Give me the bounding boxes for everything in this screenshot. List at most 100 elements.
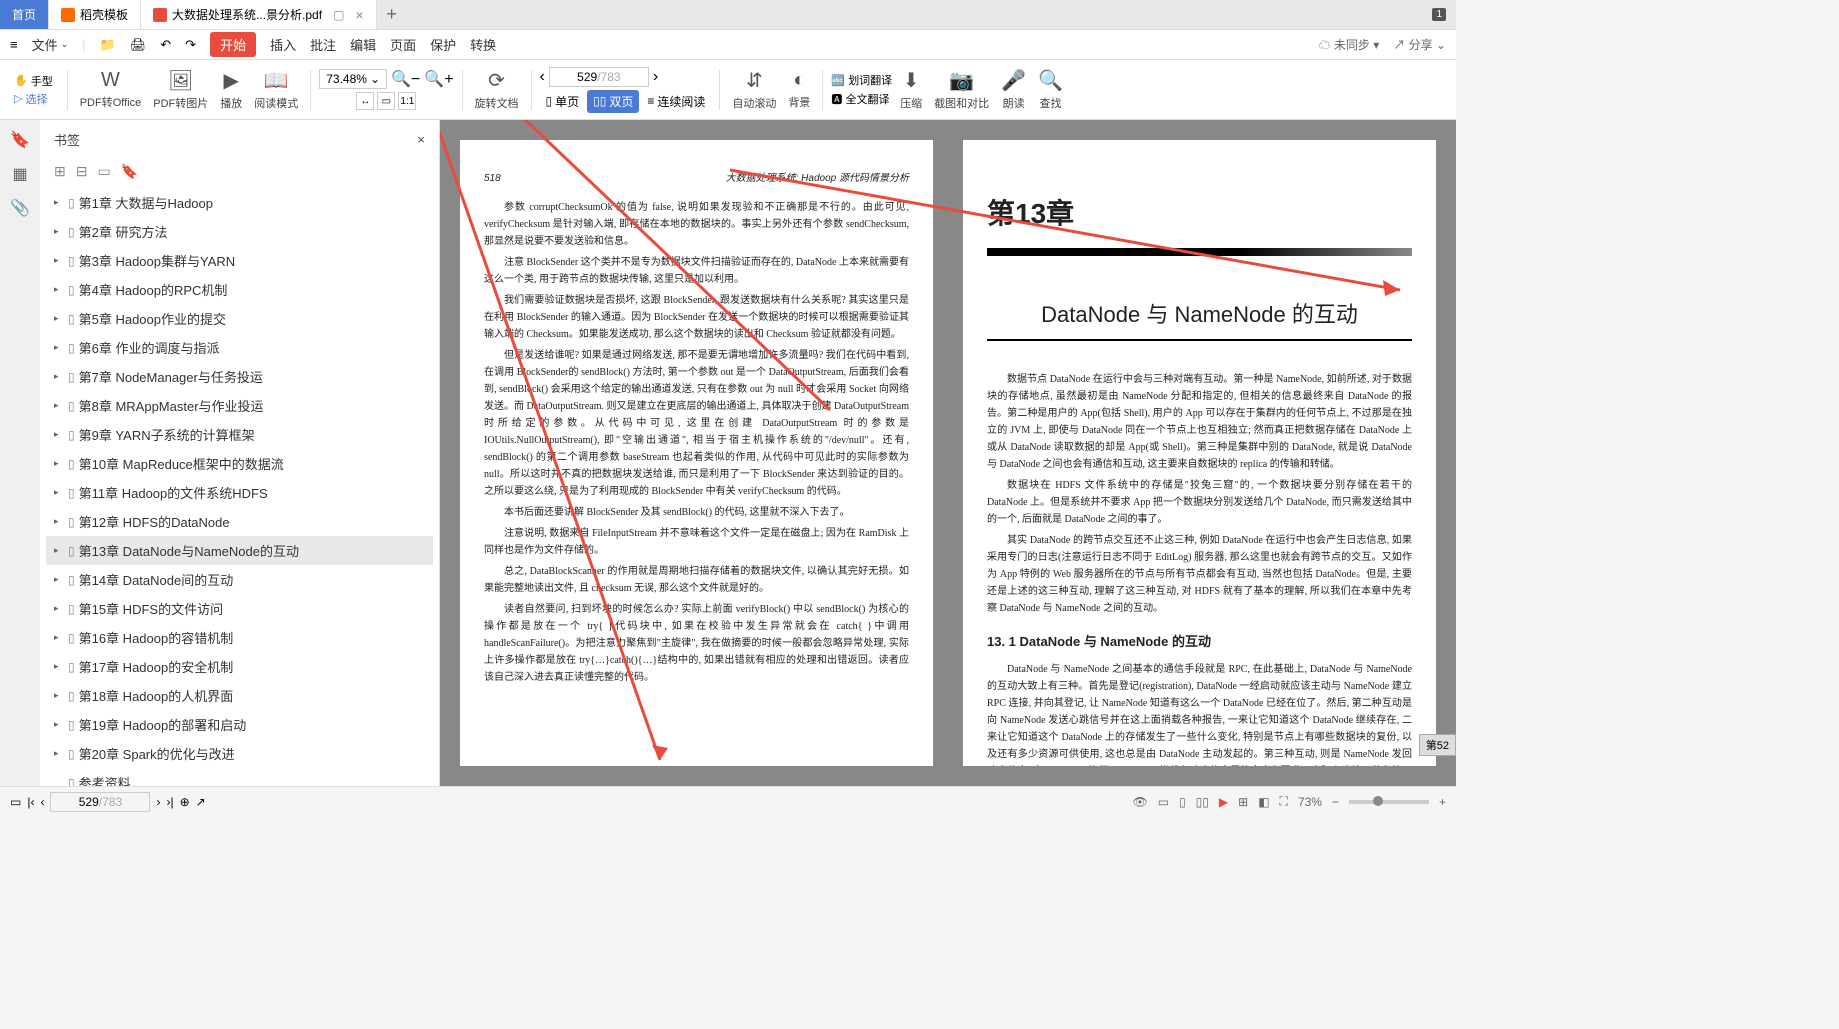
hand-tool[interactable]: ✋ 手型 bbox=[14, 73, 53, 89]
prev-page-icon[interactable]: ‹ bbox=[540, 68, 545, 86]
bookmark-item[interactable]: ▸▯第14章 DataNode间的互动 bbox=[46, 565, 433, 594]
redo-icon[interactable]: ↷ bbox=[185, 37, 196, 53]
prev-page-bottom-icon[interactable]: ‹ bbox=[40, 795, 44, 809]
full-translate[interactable]: 🅰 全文翻译 bbox=[831, 91, 892, 107]
tab-docer[interactable]: 稻壳模板 bbox=[49, 0, 141, 29]
chevron-right-icon[interactable]: ▸ bbox=[54, 719, 64, 730]
bookmark-item[interactable]: ▸▯第15章 HDFS的文件访问 bbox=[46, 594, 433, 623]
view-mode2-icon[interactable]: ▯ bbox=[1179, 795, 1186, 809]
bookmark-item[interactable]: ▯参考资料 bbox=[46, 768, 433, 786]
menu-start[interactable]: 开始 bbox=[210, 32, 256, 57]
zoom-in-icon[interactable]: 🔍+ bbox=[424, 69, 453, 89]
bookmark-item[interactable]: ▸▯第17章 Hadoop的安全机制 bbox=[46, 652, 433, 681]
chevron-right-icon[interactable]: ▸ bbox=[54, 516, 64, 527]
play-button[interactable]: ▶播放 bbox=[216, 68, 246, 111]
first-page-icon[interactable]: |‹ bbox=[27, 795, 34, 809]
chevron-right-icon[interactable]: ▸ bbox=[54, 661, 64, 672]
chevron-right-icon[interactable]: ▸ bbox=[54, 487, 64, 498]
zoom-out-icon[interactable]: 🔍− bbox=[391, 69, 420, 89]
chevron-right-icon[interactable]: ▸ bbox=[54, 748, 64, 759]
menu-page[interactable]: 页面 bbox=[390, 35, 416, 54]
view-mode4-icon[interactable]: ⊞ bbox=[1238, 795, 1248, 809]
chevron-right-icon[interactable]: ▸ bbox=[54, 458, 64, 469]
new-window-icon[interactable]: ▢ bbox=[333, 8, 344, 22]
bottom-page-input[interactable]: 529/783 bbox=[50, 792, 150, 812]
menu-insert[interactable]: 插入 bbox=[270, 35, 296, 54]
zoom-out-bottom-icon[interactable]: − bbox=[1332, 795, 1339, 809]
menu-file[interactable]: 文件 ⌄ bbox=[32, 35, 69, 54]
view-mode1-icon[interactable]: ▭ bbox=[1158, 795, 1169, 809]
play-bottom-icon[interactable]: ▶ bbox=[1219, 795, 1228, 809]
bm-tool3-icon[interactable]: ▭ bbox=[97, 163, 110, 180]
bookmark-item[interactable]: ▸▯第6章 作业的调度与指派 bbox=[46, 333, 433, 362]
zoom-in-bottom-icon[interactable]: + bbox=[1439, 795, 1446, 809]
chevron-right-icon[interactable]: ▸ bbox=[54, 197, 64, 208]
double-page-view[interactable]: ▯▯ 双页 bbox=[587, 90, 639, 113]
close-tab-icon[interactable]: × bbox=[355, 7, 363, 23]
bookmark-item[interactable]: ▸▯第3章 Hadoop集群与YARN bbox=[46, 246, 433, 275]
chevron-right-icon[interactable]: ▸ bbox=[54, 255, 64, 266]
notification-badge[interactable]: 1 bbox=[1432, 8, 1446, 21]
chevron-right-icon[interactable]: ▸ bbox=[54, 226, 64, 237]
eye-icon[interactable]: 👁 bbox=[1132, 795, 1147, 809]
read-aloud[interactable]: 🎤朗读 bbox=[997, 68, 1030, 111]
fit-actual-icon[interactable]: 1:1 bbox=[398, 92, 416, 110]
chevron-right-icon[interactable]: ▸ bbox=[54, 603, 64, 614]
menu-edit[interactable]: 编辑 bbox=[350, 35, 376, 54]
chevron-right-icon[interactable]: ▸ bbox=[54, 313, 64, 324]
pdf-to-image[interactable]: 🖼PDF转图片 bbox=[149, 68, 212, 111]
zoom-slider[interactable] bbox=[1349, 800, 1429, 804]
menu-convert[interactable]: 转换 bbox=[470, 35, 496, 54]
chevron-right-icon[interactable]: ▸ bbox=[54, 371, 64, 382]
attachment-icon[interactable]: 📎 bbox=[10, 198, 30, 218]
chevron-right-icon[interactable]: ▸ bbox=[54, 429, 64, 440]
sync-status[interactable]: ☁ 未同步 ▾ bbox=[1319, 36, 1380, 53]
bottom-tool1-icon[interactable]: ⊕ bbox=[180, 795, 190, 809]
bottom-panel-icon[interactable]: ▭ bbox=[10, 795, 21, 809]
continuous-view[interactable]: ≡ 连续阅读 bbox=[641, 90, 711, 113]
select-tool[interactable]: ▷ 选择 bbox=[14, 91, 53, 107]
bookmark-panel-icon[interactable]: 🔖 bbox=[10, 130, 30, 150]
bm-tool4-icon[interactable]: 🔖 bbox=[121, 163, 138, 180]
add-tab-button[interactable]: + bbox=[377, 0, 407, 29]
compress[interactable]: ⬇压缩 bbox=[896, 68, 926, 111]
bookmark-item[interactable]: ▸▯第20章 Spark的优化与改进 bbox=[46, 739, 433, 768]
menu-annotate[interactable]: 批注 bbox=[310, 35, 336, 54]
bookmark-list[interactable]: ▸▯第1章 大数据与Hadoop▸▯第2章 研究方法▸▯第3章 Hadoop集群… bbox=[40, 184, 439, 786]
view-mode5-icon[interactable]: ◧ bbox=[1258, 795, 1269, 809]
chevron-right-icon[interactable]: ▸ bbox=[54, 690, 64, 701]
page-input[interactable]: 529/783 bbox=[549, 67, 649, 87]
bookmark-item[interactable]: ▸▯第16章 Hadoop的容错机制 bbox=[46, 623, 433, 652]
chevron-right-icon[interactable]: ▸ bbox=[54, 284, 64, 295]
bottom-tool2-icon[interactable]: ↗ bbox=[196, 795, 206, 809]
autoscroll[interactable]: ⇵自动滚动 bbox=[728, 68, 780, 111]
next-page-bottom-icon[interactable]: › bbox=[156, 795, 160, 809]
open-icon[interactable]: 📁 bbox=[100, 37, 116, 53]
print-icon[interactable]: 🖨 bbox=[130, 37, 147, 53]
read-mode[interactable]: 📖阅读模式 bbox=[250, 68, 302, 111]
last-page-icon[interactable]: ›| bbox=[166, 795, 173, 809]
rotate-doc[interactable]: ⟳旋转文档 bbox=[471, 68, 523, 111]
tab-active-document[interactable]: 大数据处理系统...景分析.pdf ▢ × bbox=[141, 0, 377, 29]
view-mode3-icon[interactable]: ▯▯ bbox=[1196, 795, 1209, 809]
find[interactable]: 🔍查找 bbox=[1034, 68, 1067, 111]
chevron-right-icon[interactable]: ▸ bbox=[54, 545, 64, 556]
bookmark-item[interactable]: ▸▯第5章 Hadoop作业的提交 bbox=[46, 304, 433, 333]
zoom-level[interactable]: 73.48% ⌄ bbox=[319, 69, 387, 89]
chevron-right-icon[interactable]: ▸ bbox=[54, 574, 64, 585]
chevron-right-icon[interactable]: ▸ bbox=[54, 342, 64, 353]
bookmark-item[interactable]: ▸▯第19章 Hadoop的部署和启动 bbox=[46, 710, 433, 739]
next-page-icon[interactable]: › bbox=[653, 68, 658, 86]
bookmark-item[interactable]: ▸▯第9章 YARN子系统的计算框架 bbox=[46, 420, 433, 449]
word-translate[interactable]: 🔤 划词翻译 bbox=[831, 72, 892, 88]
background[interactable]: ◐背景 bbox=[784, 69, 814, 110]
bookmark-item[interactable]: ▸▯第1章 大数据与Hadoop bbox=[46, 188, 433, 217]
undo-icon[interactable]: ↶ bbox=[160, 37, 171, 53]
bm-expand-icon[interactable]: ⊞ bbox=[54, 163, 66, 180]
bm-collapse-icon[interactable]: ⊟ bbox=[76, 163, 88, 180]
close-panel-icon[interactable]: × bbox=[417, 132, 425, 147]
bookmark-item[interactable]: ▸▯第7章 NodeManager与任务投运 bbox=[46, 362, 433, 391]
screenshot-compare[interactable]: 📷截图和对比 bbox=[930, 68, 993, 111]
pdf-to-office[interactable]: WPDF转Office bbox=[76, 69, 146, 110]
tab-home[interactable]: 首页 bbox=[0, 0, 49, 29]
